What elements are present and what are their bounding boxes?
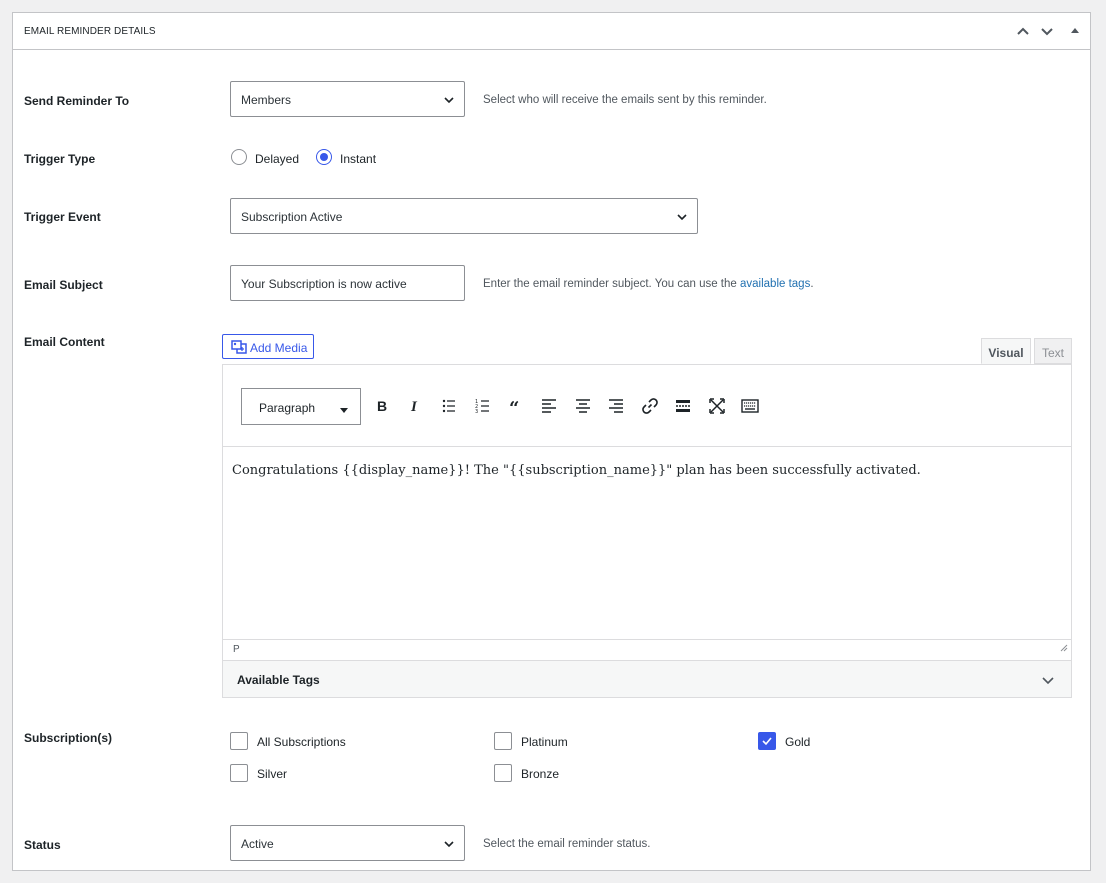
tab-visual[interactable]: Visual <box>981 338 1031 364</box>
tab-visual-label: Visual <box>988 346 1024 360</box>
tab-text-label: Text <box>1041 346 1064 360</box>
platinum-label: Platinum <box>521 735 568 749</box>
collapse-toggle-icon[interactable] <box>1065 21 1085 41</box>
all-subscriptions-label: All Subscriptions <box>257 735 346 749</box>
status-value: Active <box>241 837 274 851</box>
email-subject-input[interactable]: Your Subscription is now active <box>230 265 465 301</box>
available-tags-label: Available Tags <box>237 673 320 687</box>
media-icon <box>231 340 247 357</box>
editor-statusbar: P <box>223 639 1071 660</box>
gold-label: Gold <box>785 735 811 749</box>
bold-icon[interactable]: B <box>372 396 392 416</box>
trigger-delayed-radio[interactable] <box>231 149 247 165</box>
email-subject-value: Your Subscription is now active <box>241 277 407 291</box>
element-path[interactable]: P <box>233 644 240 655</box>
italic-icon[interactable]: I <box>405 396 425 416</box>
email-subject-label: Email Subject <box>24 278 103 292</box>
editor-toolbar: Paragraph B I 1 2 3 “ <box>223 365 1071 447</box>
chevron-down-icon <box>443 94 455 109</box>
panel-header: EMAIL REMINDER DETAILS <box>13 13 1090 50</box>
status-select[interactable]: Active <box>230 825 465 861</box>
add-media-button[interactable]: Add Media <box>222 334 314 359</box>
fullscreen-icon[interactable] <box>707 396 727 416</box>
trigger-event-label: Trigger Event <box>24 210 101 224</box>
email-subject-description: Enter the email reminder subject. You ca… <box>483 278 814 290</box>
checkbox-bronze[interactable] <box>494 764 512 782</box>
send-to-value: Members <box>241 93 292 107</box>
bronze-label: Bronze <box>521 767 560 781</box>
checkbox-silver[interactable] <box>230 764 248 782</box>
align-center-icon[interactable] <box>573 396 593 416</box>
read-more-icon[interactable] <box>673 396 693 416</box>
trigger-type-label: Trigger Type <box>24 152 96 166</box>
send-to-description: Select who will receive the emails sent … <box>483 94 767 106</box>
trigger-instant-radio[interactable] <box>316 149 332 165</box>
panel-title: EMAIL REMINDER DETAILS <box>24 26 156 37</box>
trigger-instant-label: Instant <box>340 152 377 166</box>
checkbox-platinum[interactable] <box>494 732 512 750</box>
send-to-label: Send Reminder To <box>24 94 130 108</box>
trigger-event-select[interactable]: Subscription Active <box>230 198 698 234</box>
email-content-label: Email Content <box>24 335 105 349</box>
send-to-select[interactable]: Members <box>230 81 465 117</box>
align-left-icon[interactable] <box>539 396 559 416</box>
resize-handle-icon[interactable] <box>1060 639 1068 657</box>
add-media-label: Add Media <box>250 341 308 355</box>
checkbox-gold[interactable] <box>758 732 776 750</box>
caret-down-icon <box>340 403 348 417</box>
trigger-delayed-label: Delayed <box>255 152 300 166</box>
toolbar-toggle-icon[interactable] <box>740 396 760 416</box>
silver-label: Silver <box>257 767 288 781</box>
move-up-icon[interactable] <box>1013 21 1033 41</box>
svg-text:B: B <box>377 398 387 414</box>
chevron-down-icon <box>676 211 688 226</box>
available-tags-link[interactable]: available tags <box>740 278 810 290</box>
email-reminder-details-panel: EMAIL REMINDER DETAILS Send Reminder To … <box>12 12 1091 871</box>
chevron-down-icon <box>443 838 455 853</box>
trigger-event-value: Subscription Active <box>241 210 343 224</box>
align-right-icon[interactable] <box>606 396 626 416</box>
status-description: Select the email reminder status. <box>483 838 651 850</box>
link-icon[interactable] <box>640 396 660 416</box>
svg-text:I: I <box>410 399 418 415</box>
move-down-icon[interactable] <box>1037 21 1057 41</box>
checkbox-all-subscriptions[interactable] <box>230 732 248 750</box>
format-value: Paragraph <box>259 401 316 415</box>
svg-text:“: “ <box>509 398 519 416</box>
available-tags-toggle[interactable]: Available Tags <box>222 661 1072 698</box>
blockquote-icon[interactable]: “ <box>506 396 526 416</box>
svg-text:3: 3 <box>475 409 478 415</box>
numbered-list-icon[interactable]: 1 2 3 <box>473 396 493 416</box>
tab-text[interactable]: Text <box>1034 338 1072 364</box>
rich-text-editor: Paragraph B I 1 2 3 “ Congratulations {{… <box>222 364 1072 661</box>
status-label: Status <box>24 838 61 852</box>
editor-content[interactable]: Congratulations {{display_name}}! The "{… <box>232 463 921 478</box>
chevron-down-icon <box>1041 674 1055 692</box>
bullet-list-icon[interactable] <box>439 396 459 416</box>
format-select[interactable]: Paragraph <box>241 388 361 425</box>
subscriptions-label: Subscription(s) <box>24 731 113 745</box>
